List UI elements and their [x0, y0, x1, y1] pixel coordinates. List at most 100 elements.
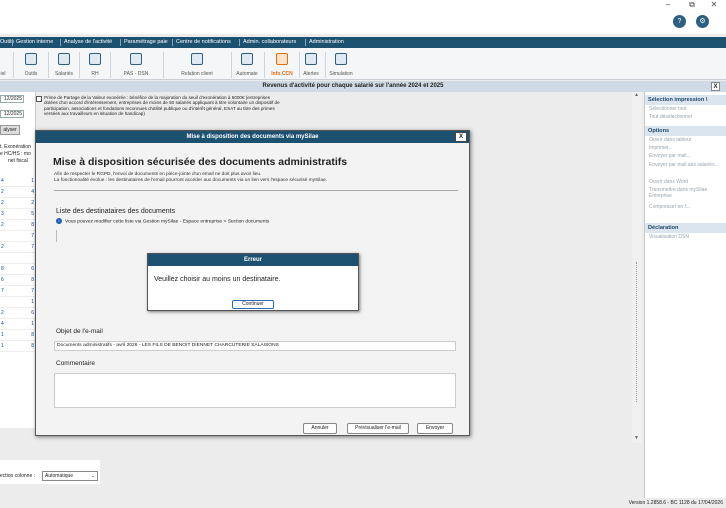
ribbon-rh[interactable]: RH: [81, 48, 109, 80]
cell-value: 5: [31, 211, 34, 217]
table-row[interactable]: 41: [0, 176, 36, 187]
visualisation-dsn-link[interactable]: Visualisation DSN: [649, 234, 725, 241]
table-row[interactable]: 41: [0, 319, 36, 330]
close-icon[interactable]: X: [711, 82, 720, 91]
section-header: Revenus d'activité pour chaque salarié s…: [0, 81, 726, 92]
dialog-title: Mise à disposition sécurisée des documen…: [53, 156, 348, 168]
cell-value: 2: [1, 310, 4, 316]
cell-value: 1: [31, 321, 34, 327]
print-link[interactable]: Imprimer...: [649, 145, 725, 152]
table-row[interactable]: 7: [0, 231, 36, 242]
table-row[interactable]: 24: [0, 187, 36, 198]
column-label: e HC/HS : mo: [0, 151, 31, 157]
simulation-icon: [335, 53, 347, 65]
table-row[interactable]: 1: [0, 297, 36, 308]
cell-value: 8: [31, 222, 34, 228]
deselect-all-link[interactable]: Tout désélectionner: [649, 114, 725, 121]
chevron-down-icon: ⌄: [90, 473, 95, 479]
scroll-down-icon[interactable]: ▼: [634, 435, 639, 441]
subject-field[interactable]: Documents administratifs - avril 2026 - …: [54, 341, 456, 351]
open-word-link[interactable]: Ouvrir dans Word: [649, 179, 725, 186]
cell-value: 7: [31, 288, 34, 294]
table-row[interactable]: 18: [0, 330, 36, 341]
maximize-button[interactable]: ⧉: [684, 0, 700, 10]
preview-email-button[interactable]: Prévisualiser l'e-mail: [347, 423, 409, 434]
scroll-up-icon[interactable]: ▲: [634, 92, 639, 98]
client-icon: [191, 53, 203, 65]
column-label: t. Exonération: [0, 144, 31, 150]
comment-textarea[interactable]: [54, 373, 456, 408]
comment-label: Commentaire: [56, 360, 96, 367]
date-field[interactable]: 12/2025: [0, 110, 24, 118]
table-row[interactable]: 26: [0, 308, 36, 319]
menu-analyse-activite[interactable]: Analyse de l'activité: [64, 37, 112, 48]
cell-value: 2: [31, 200, 34, 206]
vertical-scrollbar[interactable]: ▲ ▼: [632, 92, 642, 443]
ribbon-simulation[interactable]: Simulation: [327, 48, 355, 80]
open-spreadsheet-link[interactable]: Ouvrir dans tableur: [649, 137, 725, 144]
prime-checkbox[interactable]: [36, 96, 42, 102]
date-field[interactable]: 12/2025: [0, 95, 24, 103]
table-row[interactable]: 77: [0, 286, 36, 297]
version-text: Version 1.2858.6 - BC 1128 du 17/04/2026: [628, 500, 723, 506]
transmit-mysilae-link[interactable]: Transmettre dans mySilae Entreprise: [649, 187, 725, 199]
dialog-close-button[interactable]: X: [455, 132, 467, 142]
ribbon-outils[interactable]: Outils: [15, 48, 47, 80]
cell-value: 7: [1, 288, 4, 294]
info-icon: i: [56, 218, 62, 224]
analyse-button[interactable]: alyser: [0, 125, 20, 135]
table-row[interactable]: 22: [0, 198, 36, 209]
column-label: net fiscal: [8, 158, 28, 164]
table-row[interactable]: 68: [0, 275, 36, 286]
table-row[interactable]: 28: [0, 220, 36, 231]
send-mail-employees-link[interactable]: Envoyer par mail aux salariés...: [649, 162, 725, 169]
ribbon-alertes[interactable]: Alertes: [300, 48, 322, 80]
ribbon-salaries[interactable]: Salariés: [50, 48, 78, 80]
info-ccn-icon: [276, 53, 288, 65]
menu-admin-collaborateurs[interactable]: Admin. collaborateurs: [243, 37, 296, 48]
table-row[interactable]: 35: [0, 209, 36, 220]
continue-button[interactable]: Continuer: [232, 300, 274, 309]
column-selection-label: ection colonne :: [0, 473, 36, 479]
cell-value: 2: [1, 200, 4, 206]
cell-value: 4: [1, 178, 4, 184]
help-icon[interactable]: ?: [673, 15, 686, 28]
cell-value: 8: [31, 343, 34, 349]
close-button[interactable]: ✕: [706, 0, 722, 10]
menu-administration[interactable]: Administration: [309, 37, 344, 48]
ribbon-automate[interactable]: Automate: [233, 48, 261, 80]
table-row[interactable]: 18: [0, 341, 36, 352]
column-select[interactable]: Automatique ⌄: [42, 471, 98, 481]
cell-value: 3: [1, 211, 4, 217]
cell-value: 8: [1, 266, 4, 272]
account-icon[interactable]: ⚙: [696, 15, 709, 28]
select-all-link[interactable]: Sélectionner tout: [649, 106, 725, 113]
send-mail-link[interactable]: Envoyer par mail...: [649, 153, 725, 160]
cell-value: 1: [1, 332, 4, 338]
divider: [54, 190, 458, 191]
minimize-button[interactable]: –: [660, 0, 676, 10]
send-button[interactable]: Envoyer: [417, 423, 453, 434]
right-panel: Sélection impression \ Sélectionner tout…: [644, 92, 726, 498]
cell-value: 2: [1, 244, 4, 250]
ribbon-partial[interactable]: iel: [0, 48, 10, 80]
ribbon-relation-client[interactable]: Relation client: [166, 48, 228, 80]
cell-value: 7: [31, 244, 34, 250]
menu-bar: Outils Gestion interne Analyse de l'acti…: [0, 37, 726, 48]
employees-icon: [58, 53, 70, 65]
cell-value: 8: [31, 332, 34, 338]
dialog-description: Afin de respecter le RGPD, l'envoi de do…: [54, 172, 328, 183]
cancel-button[interactable]: Annuler: [303, 423, 337, 434]
compress-link[interactable]: Compresser en f...: [649, 204, 725, 211]
menu-parametrage-paie[interactable]: Paramétrage paie: [124, 37, 168, 48]
ribbon-pas-dsn[interactable]: PAS - DSN: [112, 48, 160, 80]
menu-gestion-interne[interactable]: Gestion interne: [16, 37, 53, 48]
menu-centre-notifications[interactable]: Centre de notifications: [176, 37, 231, 48]
recipients-list[interactable]: [56, 230, 57, 242]
cell-value: 4: [1, 321, 4, 327]
table-row[interactable]: 86: [0, 264, 36, 275]
table-row[interactable]: [0, 253, 36, 264]
ribbon-toolbar: iel Outils Salariés RH PAS - DSN Relatio…: [0, 48, 726, 80]
ribbon-info-ccn[interactable]: Info CCN: [266, 48, 298, 80]
table-row[interactable]: 27: [0, 242, 36, 253]
